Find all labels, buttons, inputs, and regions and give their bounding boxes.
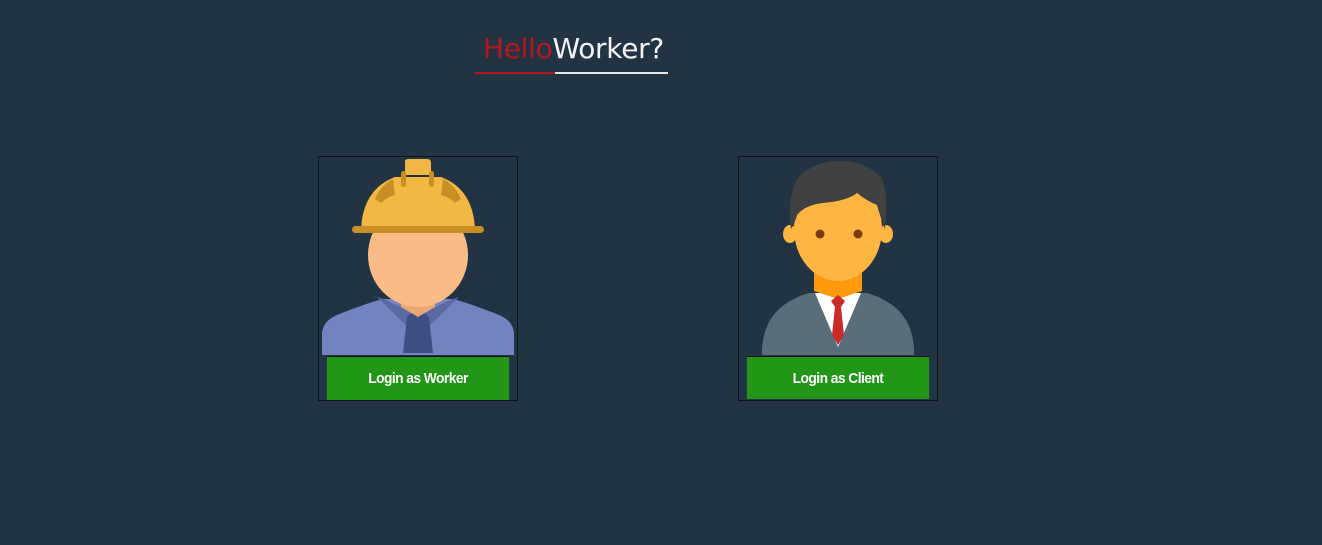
underline-white-segment: [555, 72, 668, 74]
login-as-client-button[interactable]: Login as Client: [746, 356, 930, 399]
businessman-icon: [739, 157, 937, 355]
worker-login-card: Login as Worker: [318, 156, 518, 401]
app-logo: HelloWorker?: [475, 30, 668, 76]
page-title: HelloWorker?: [483, 30, 664, 68]
title-hello: Hello: [483, 32, 553, 65]
title-worker: Worker?: [552, 32, 664, 65]
underline-red-segment: [475, 72, 555, 74]
construction-worker-icon: [319, 157, 517, 355]
login-as-worker-button[interactable]: Login as Worker: [326, 356, 510, 400]
title-underline: [475, 72, 668, 74]
client-login-card: Login as Client: [738, 156, 938, 401]
